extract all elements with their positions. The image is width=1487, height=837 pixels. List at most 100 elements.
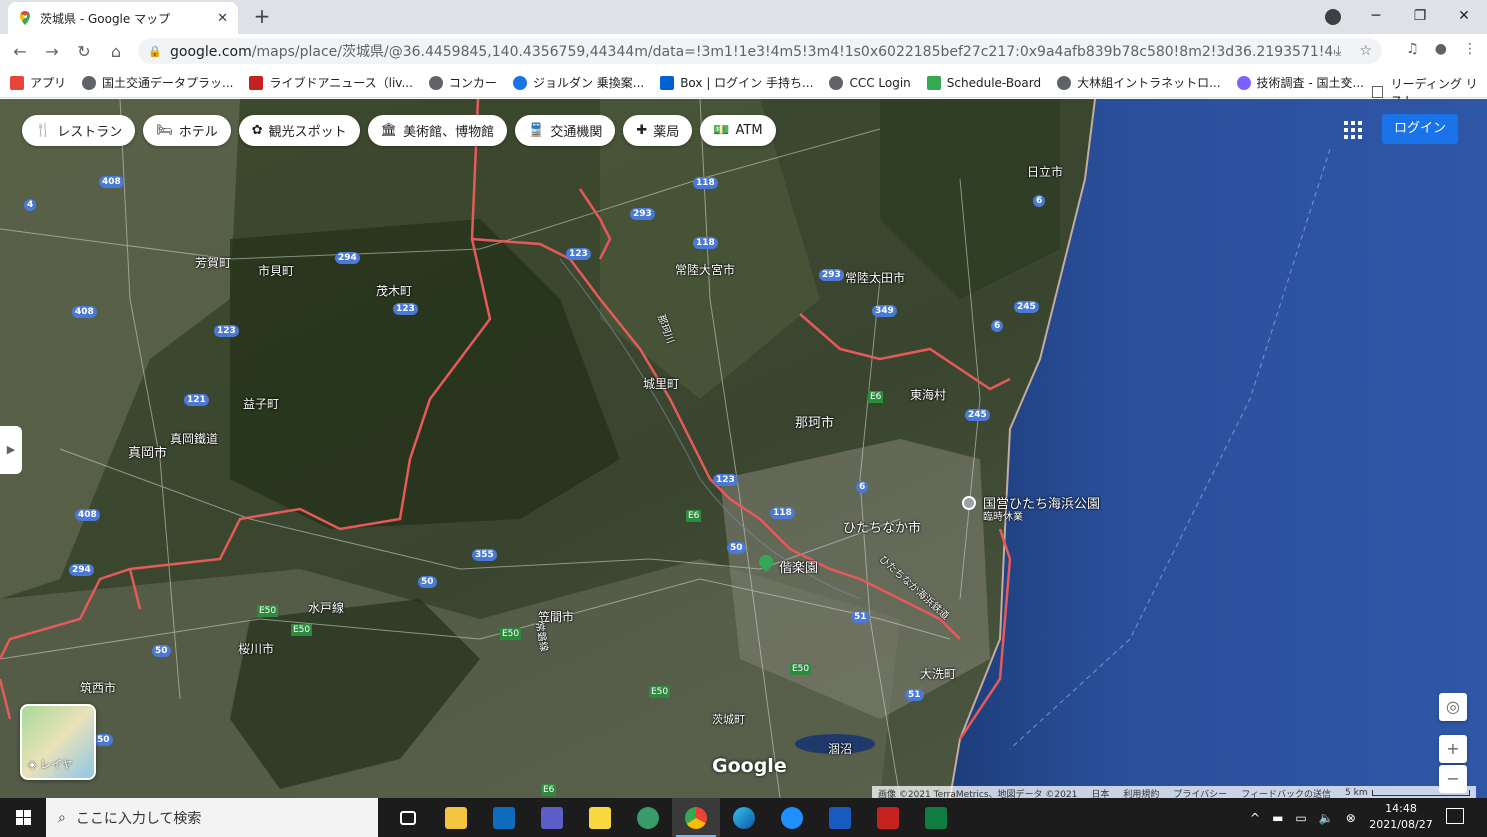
back-button[interactable]: ← — [4, 42, 36, 61]
edge-button[interactable] — [720, 798, 768, 837]
chip-attractions[interactable]: ✿ 観光スポット — [238, 115, 360, 146]
url-text[interactable]: google.com/maps/place/茨城県/@36.4459845,14… — [170, 41, 1335, 61]
file-explorer-button[interactable] — [432, 798, 480, 837]
place-label[interactable]: ひたちなか市 — [843, 517, 921, 536]
place-label[interactable]: 益子町 — [243, 395, 279, 412]
side-panel-toggle[interactable]: ▶ — [0, 426, 22, 474]
globe-app-button[interactable] — [624, 798, 672, 837]
bookmark-item[interactable]: コンカー — [428, 74, 497, 91]
bookmark-item[interactable]: ジョルダン 乗換案... — [512, 74, 644, 91]
reload-button[interactable]: ↻ — [68, 42, 100, 61]
bookmark-item[interactable]: Schedule-Board — [926, 75, 1041, 90]
terms-link[interactable]: 利用規約 — [1123, 787, 1159, 799]
bookmark-item[interactable]: 国土交通データプラッ... — [82, 74, 233, 91]
place-label[interactable]: 常陸太田市 — [845, 269, 905, 286]
privacy-link[interactable]: プライバシー — [1173, 787, 1227, 799]
zoom-in-button[interactable]: + — [1439, 735, 1467, 763]
forward-button[interactable]: → — [36, 42, 68, 61]
notification-icon[interactable] — [1446, 808, 1464, 824]
bookmark-star-icon[interactable]: ☆ — [1359, 43, 1372, 59]
media-control-icon[interactable]: ♫ — [1406, 41, 1419, 57]
task-view-button[interactable] — [384, 798, 432, 837]
place-label[interactable]: 筑西市 — [80, 679, 116, 696]
clock[interactable]: 14:48 2021/08/27 — [1366, 801, 1436, 833]
livedoor-icon — [249, 75, 264, 90]
lake-label[interactable]: 涸沼 — [828, 740, 852, 757]
chrome-button[interactable] — [672, 798, 720, 837]
status-icon[interactable]: ⊗ — [1346, 811, 1356, 825]
expressway-shield: E50 — [790, 663, 812, 675]
teams-button[interactable] — [528, 798, 576, 837]
network-icon[interactable]: ▭ — [1295, 811, 1306, 825]
close-tab-icon[interactable]: ✕ — [217, 11, 228, 26]
word-button[interactable] — [816, 798, 864, 837]
place-label[interactable]: 市貝町 — [258, 262, 294, 279]
teams-icon — [541, 806, 563, 829]
profile-icon[interactable]: ● — [1435, 41, 1447, 57]
museum-icon: 🏛 — [380, 123, 398, 138]
globe-icon — [1057, 75, 1072, 90]
place-label[interactable]: 茂木町 — [376, 282, 412, 299]
place-label[interactable]: 真岡市 — [128, 442, 167, 461]
chip-restaurant[interactable]: 🍴 レストラン — [22, 115, 136, 146]
bookmark-item[interactable]: アプリ — [10, 74, 66, 91]
poi-label[interactable]: 偕楽園 — [779, 557, 818, 576]
bookmark-item[interactable]: Box | ログイン 手持ち... — [660, 74, 813, 91]
more-bookmarks-button[interactable]: » — [1342, 74, 1350, 89]
place-label[interactable]: 東海村 — [910, 386, 946, 403]
my-location-button[interactable]: ◎ — [1439, 693, 1467, 721]
ie-button[interactable] — [768, 798, 816, 837]
chip-pharmacy[interactable]: ✚ 薬局 — [623, 115, 693, 146]
place-label[interactable]: 桜川市 — [238, 640, 274, 657]
place-label[interactable]: 那珂市 — [795, 412, 834, 431]
place-label[interactable]: 常陸大宮市 — [675, 261, 735, 278]
chip-museums[interactable]: 🏛 美術館、博物館 — [367, 115, 508, 146]
sticky-notes-button[interactable] — [576, 798, 624, 837]
map-controls: ◎ + − — [1439, 693, 1469, 798]
railway-label: 水戸線 — [308, 601, 345, 615]
tray-chevron-icon[interactable]: ^ — [1250, 811, 1260, 825]
outlook-button[interactable] — [480, 798, 528, 837]
google-apps-icon[interactable] — [1344, 121, 1362, 139]
close-window-button[interactable]: ✕ — [1442, 8, 1486, 24]
route-shield: 293 — [819, 269, 844, 281]
layers-toggle[interactable]: ◈ レイヤ — [20, 704, 96, 780]
excel-button[interactable] — [912, 798, 960, 837]
place-label[interactable]: 日立市 — [1027, 163, 1063, 180]
maximize-button[interactable]: ❐ — [1398, 8, 1442, 24]
pdf-button[interactable] — [864, 798, 912, 837]
place-label[interactable]: 大洗町 — [920, 665, 956, 682]
chip-transit[interactable]: 🚆 交通機関 — [515, 115, 616, 146]
route-shield: 50 — [94, 734, 113, 746]
start-button[interactable] — [0, 798, 46, 837]
route-shield: 51 — [851, 611, 870, 623]
chip-hotel[interactable]: 🛏 ホテル — [143, 115, 231, 146]
bookmark-item[interactable]: CCC Login — [829, 75, 911, 90]
windows-icon — [15, 810, 31, 825]
country-link[interactable]: 日本 — [1091, 787, 1109, 799]
route-shield: 123 — [393, 303, 418, 315]
place-label[interactable]: 城里町 — [643, 375, 679, 392]
globe-icon — [428, 75, 443, 90]
park-pin-icon[interactable] — [962, 496, 976, 510]
minimize-button[interactable]: ─ — [1354, 8, 1398, 24]
battery-icon[interactable]: ▬ — [1272, 811, 1283, 825]
map-canvas[interactable]: 🍴 レストラン 🛏 ホテル ✿ 観光スポット 🏛 美術館、博物館 🚆 交通機関 ✚ 薬局 💵… — [0, 99, 1487, 798]
install-app-icon[interactable]: ⤓ — [1335, 43, 1341, 59]
bookmark-item[interactable]: 大林組イントラネットロ... — [1057, 74, 1221, 91]
new-tab-button[interactable]: + — [250, 4, 274, 28]
place-label[interactable]: 芳賀町 — [195, 254, 231, 271]
menu-icon[interactable]: ⋮ — [1463, 41, 1477, 57]
login-button[interactable]: ログイン — [1382, 114, 1458, 144]
browser-tab[interactable]: 茨城県 - Google マップ ✕ — [8, 2, 238, 34]
tab-search-icon[interactable] — [1325, 9, 1341, 25]
address-bar[interactable]: 🔒 google.com/maps/place/茨城県/@36.4459845,… — [138, 38, 1382, 64]
scale-bar[interactable]: 5 km — [1345, 788, 1470, 798]
taskbar-search[interactable]: ⌕ ここに入力して検索 — [46, 798, 378, 837]
chip-atm[interactable]: 💵 ATM — [700, 115, 776, 146]
feedback-link[interactable]: フィードバックの送信 — [1241, 787, 1331, 799]
home-button[interactable]: ⌂ — [100, 42, 132, 61]
volume-icon[interactable]: 🔈 — [1319, 811, 1334, 825]
bookmark-item[interactable]: ライブドアニュース（liv... — [249, 74, 413, 91]
place-label[interactable]: 茨城町 — [712, 711, 745, 727]
